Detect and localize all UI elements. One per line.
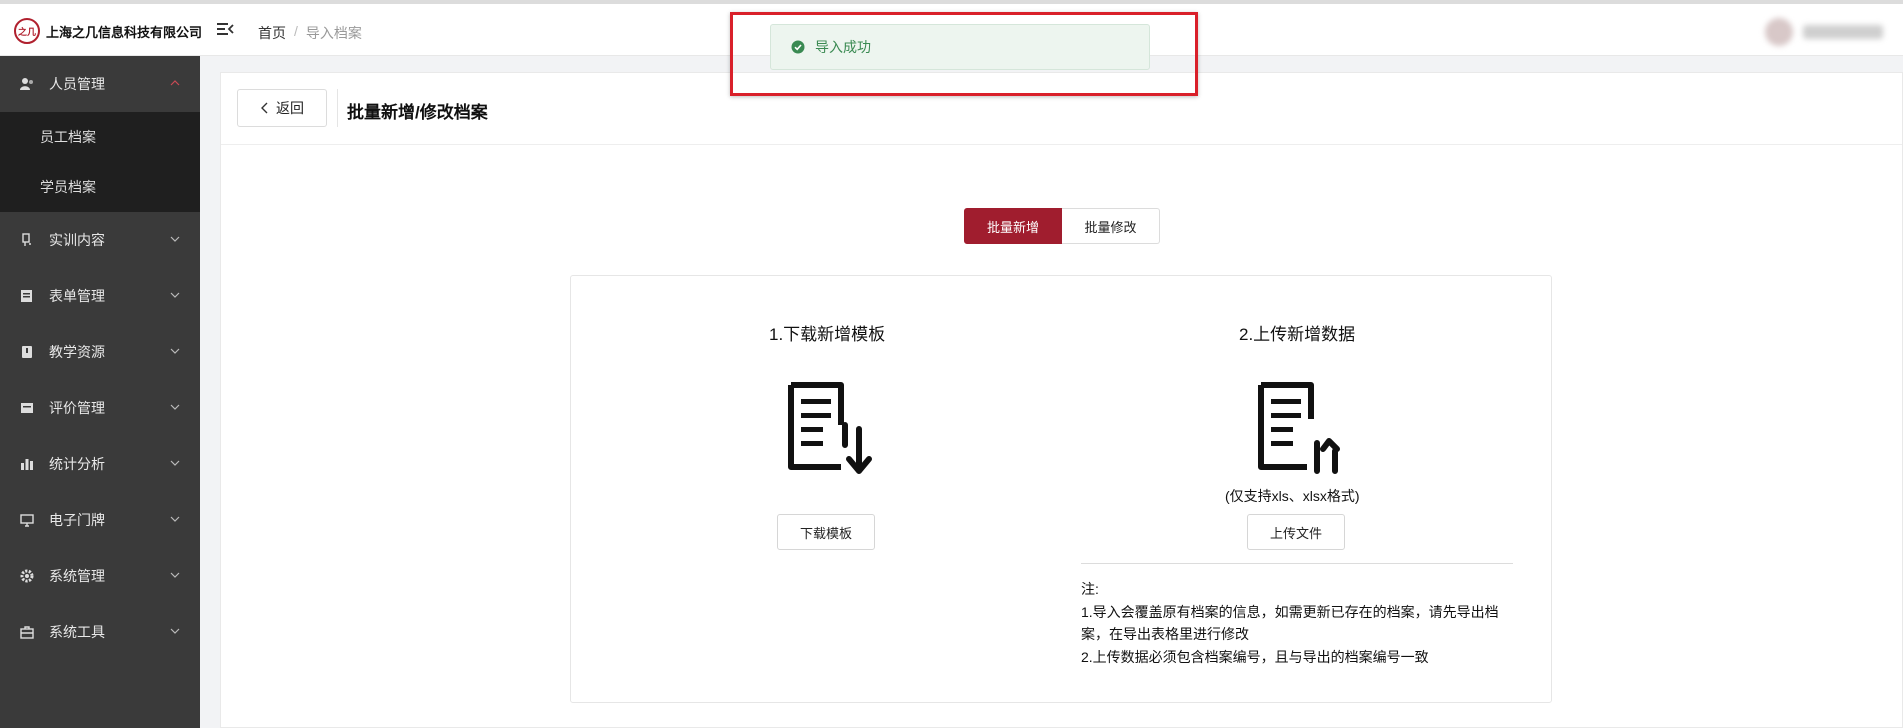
- logo-mark: 之几: [14, 18, 40, 44]
- sidebar-item-training[interactable]: 实训内容: [0, 212, 200, 268]
- gear-icon: [20, 569, 34, 583]
- resource-icon: [20, 345, 34, 359]
- download-step-title: 1.下载新增模板: [769, 325, 886, 344]
- mode-tabs: 批量新增 批量修改: [964, 208, 1160, 244]
- form-icon: [20, 289, 34, 303]
- sidebar-item-system[interactable]: 系统管理: [0, 548, 200, 604]
- sidebar-item-doorplate[interactable]: 电子门牌: [0, 492, 200, 548]
- sidebar-item-tools[interactable]: 系统工具: [0, 604, 200, 660]
- bar-chart-icon: [20, 457, 34, 471]
- annotation-highlight-box: [730, 12, 1198, 96]
- notes-divider: [1081, 563, 1513, 564]
- menu-toggle-icon[interactable]: [216, 20, 234, 38]
- supported-formats-text: (仅支持xls、xlsx格式): [1225, 488, 1360, 504]
- sidebar-submenu: 员工档案 学员档案: [0, 112, 200, 212]
- notes-line-1: 1.导入会覆盖原有档案的信息，如需更新已存在的档案，请先导出档案，在导出表格里进…: [1081, 603, 1499, 643]
- breadcrumb-current: 导入档案: [305, 25, 362, 41]
- upload-document-icon: [1258, 382, 1340, 474]
- tab-batch-add[interactable]: 批量新增: [964, 208, 1062, 244]
- upload-step-title: 2.上传新增数据: [1239, 325, 1356, 344]
- chevron-down-icon: [170, 348, 180, 354]
- download-template-button[interactable]: 下载模板: [777, 514, 875, 550]
- back-button-label: 返回: [276, 100, 304, 116]
- sidebar-item-personnel[interactable]: 人员管理: [0, 56, 200, 112]
- sidebar-item-label: 电子门牌: [49, 512, 105, 528]
- sidebar-item-label: 系统工具: [49, 624, 105, 640]
- sidebar-item-label: 人员管理: [49, 76, 105, 92]
- breadcrumb: 首页 / 导入档案: [258, 23, 362, 43]
- sidebar-item-label: 统计分析: [49, 456, 105, 472]
- back-button[interactable]: 返回: [237, 89, 327, 127]
- tab-batch-edit[interactable]: 批量修改: [1062, 208, 1160, 244]
- company-name: 上海之几信息科技有限公司: [46, 24, 203, 40]
- header-divider: [337, 89, 338, 127]
- sidebar-item-resources[interactable]: 教学资源: [0, 324, 200, 380]
- sidebar-item-label: 表单管理: [49, 288, 105, 304]
- chevron-down-icon: [170, 516, 180, 522]
- upload-file-button[interactable]: 上传文件: [1247, 514, 1345, 550]
- monitor-icon: [20, 513, 34, 527]
- breadcrumb-home[interactable]: 首页: [258, 23, 286, 43]
- sidebar-subitem-staff-files[interactable]: 员工档案: [0, 112, 200, 162]
- page-title: 批量新增/修改档案: [347, 103, 488, 122]
- download-document-icon: [788, 382, 872, 474]
- chevron-down-icon: [170, 292, 180, 298]
- sidebar: 人员管理 员工档案 学员档案 实训内容 表单管理 教学资源 评价管理 统计分析 …: [0, 56, 200, 728]
- sidebar-item-label: 评价管理: [49, 400, 105, 416]
- chevron-down-icon: [170, 572, 180, 578]
- sidebar-item-statistics[interactable]: 统计分析: [0, 436, 200, 492]
- chevron-down-icon: [170, 404, 180, 410]
- evaluation-icon: [20, 401, 34, 415]
- chevron-down-icon: [170, 460, 180, 466]
- company-logo[interactable]: 之几 上海之几信息科技有限公司: [14, 18, 202, 44]
- avatar[interactable]: [1765, 18, 1793, 46]
- sidebar-item-forms[interactable]: 表单管理: [0, 268, 200, 324]
- sidebar-item-label: 教学资源: [49, 344, 105, 360]
- main-panel: 返回 批量新增/修改档案 批量新增 批量修改 1.下载新增模板 下载模板 2.上…: [220, 72, 1903, 728]
- user-icon: [20, 77, 34, 91]
- sidebar-item-label: 系统管理: [49, 568, 105, 584]
- notes-heading: 注:: [1081, 581, 1099, 597]
- sidebar-item-evaluation[interactable]: 评价管理: [0, 380, 200, 436]
- notes-line-2: 2.上传数据必须包含档案编号，且与导出的档案编号一致: [1081, 648, 1429, 665]
- username-placeholder: [1803, 25, 1883, 39]
- import-card: 1.下载新增模板 下载模板 2.上传新增数据 (仅支持xls、xlsx格式) 上…: [570, 275, 1552, 703]
- notes: 注: 1.导入会覆盖原有档案的信息，如需更新已存在的档案，请先导出档案，在导出表…: [1081, 578, 1521, 668]
- breadcrumb-separator: /: [294, 23, 298, 39]
- chevron-left-icon: [261, 102, 268, 114]
- sidebar-item-label: 实训内容: [49, 232, 105, 248]
- chevron-down-icon: [170, 236, 180, 242]
- training-icon: [20, 233, 34, 247]
- user-menu[interactable]: [1765, 18, 1883, 46]
- toolbox-icon: [20, 625, 34, 639]
- chevron-down-icon: [170, 628, 180, 634]
- chevron-up-icon: [170, 80, 180, 86]
- sidebar-subitem-student-files[interactable]: 学员档案: [0, 162, 200, 212]
